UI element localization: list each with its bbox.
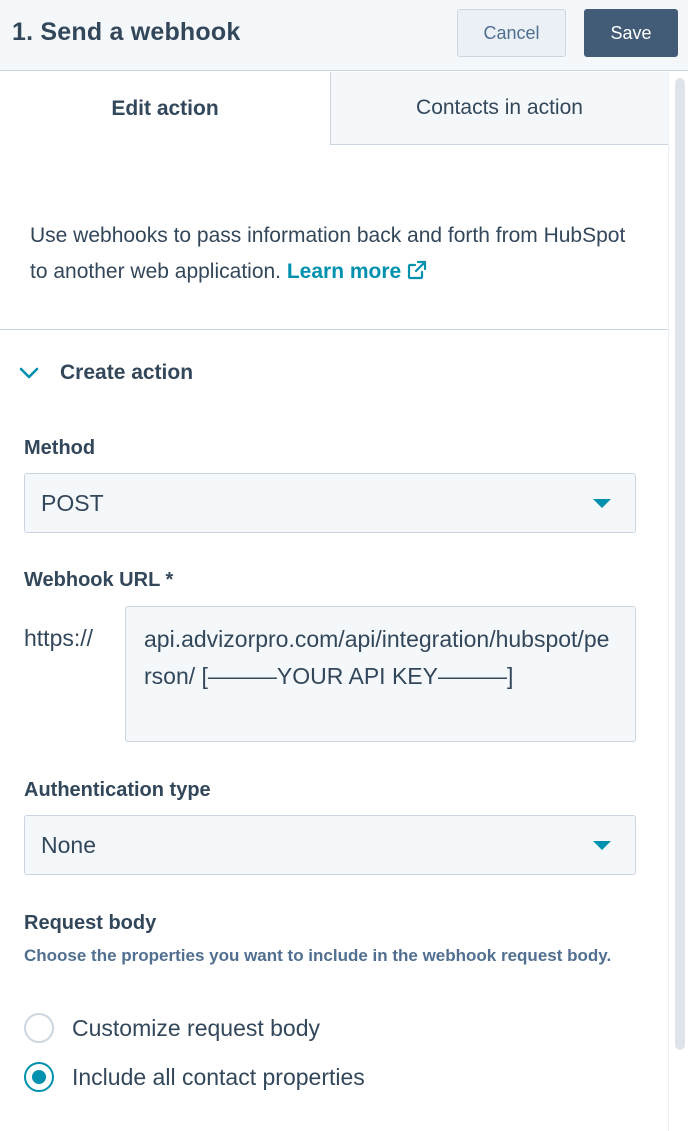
method-label: Method [24, 437, 96, 459]
action-panel: Edit action Contacts in action Use webho… [0, 72, 668, 1131]
auth-type-value: None [41, 832, 96, 858]
learn-more-label[interactable]: Learn more [287, 260, 401, 283]
learn-more-link[interactable]: Learn more [287, 260, 427, 283]
save-button[interactable]: Save [584, 9, 678, 57]
tab-contacts-in-action[interactable]: Contacts in action [330, 72, 668, 145]
auth-type-label: Authentication type [24, 779, 211, 801]
create-action-toggle[interactable]: Create action [18, 358, 193, 388]
request-body-label: Request body [24, 912, 157, 934]
section-divider [0, 329, 668, 330]
radio-button-checked[interactable] [24, 1062, 54, 1092]
tab-edit-action[interactable]: Edit action [0, 72, 330, 145]
intro-text: Use webhooks to pass information back an… [30, 218, 640, 290]
method-select[interactable]: POST [24, 473, 636, 533]
request-body-help: Choose the properties you want to includ… [24, 946, 612, 965]
radio-include-all-properties[interactable]: Include all contact properties [24, 1060, 365, 1094]
panel-title: 1. Send a webhook [12, 18, 241, 46]
cancel-button[interactable]: Cancel [457, 9, 566, 57]
caret-down-icon [593, 841, 611, 850]
caret-down-icon [593, 499, 611, 508]
radio-button[interactable] [24, 1013, 54, 1043]
url-prefix: https:// [24, 625, 94, 651]
webhook-url-label: Webhook URL * [24, 569, 174, 591]
radio-label[interactable]: Include all contact properties [72, 1064, 365, 1091]
auth-type-select[interactable]: None [24, 815, 636, 875]
radio-dot [32, 1070, 46, 1084]
scrollbar-thumb[interactable] [675, 78, 685, 1050]
webhook-url-input[interactable]: api.advizorpro.com/api/integration/hubsp… [125, 606, 636, 742]
method-value: POST [41, 490, 104, 516]
section-title: Create action [60, 361, 194, 384]
chevron-down-icon[interactable] [18, 362, 40, 384]
radio-customize-request-body[interactable]: Customize request body [24, 1011, 320, 1045]
radio-label[interactable]: Customize request body [72, 1015, 320, 1042]
external-link-icon[interactable] [407, 260, 427, 280]
panel-header: 1. Send a webhook Cancel Save [0, 0, 688, 71]
